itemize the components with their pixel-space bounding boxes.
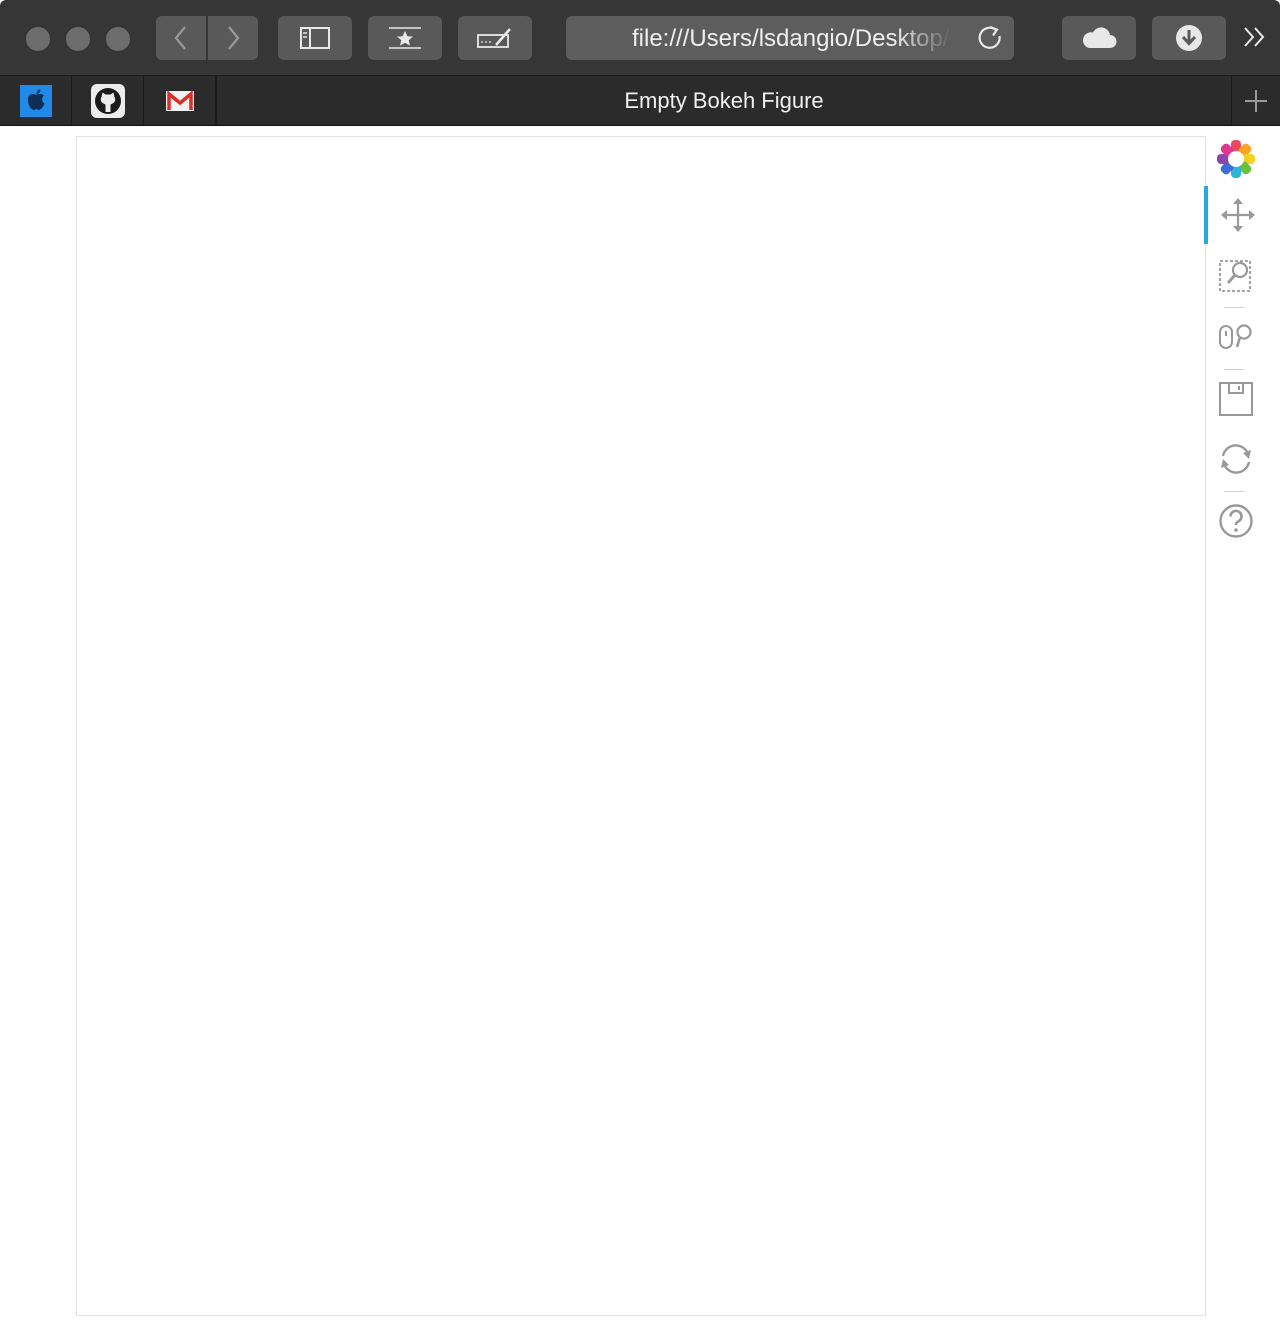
address-text[interactable]: file:///Users/lsdangio/Desktop/: [632, 16, 952, 60]
pan-icon: [1221, 198, 1255, 232]
zoom-window-button[interactable]: [106, 27, 130, 51]
pinned-tab-apple[interactable]: [0, 76, 72, 125]
wheel-zoom-tool-button[interactable]: [1204, 308, 1268, 366]
bookmarks-icon: [389, 27, 421, 49]
download-icon: [1176, 25, 1202, 51]
forward-button[interactable]: [208, 16, 258, 60]
box-zoom-icon: [1219, 260, 1251, 292]
save-icon: [1219, 382, 1253, 416]
download-button[interactable]: [1152, 16, 1226, 60]
help-tool-button[interactable]: [1204, 492, 1268, 550]
back-button[interactable]: [156, 16, 206, 60]
new-tab-button[interactable]: [1231, 76, 1280, 125]
reset-icon: [1221, 444, 1251, 474]
box-zoom-tool-button[interactable]: [1204, 246, 1268, 304]
plus-icon: [1244, 89, 1267, 112]
bokeh-logo-icon: [1217, 140, 1255, 178]
back-icon: [174, 26, 186, 50]
sidebar-button[interactable]: [278, 16, 352, 60]
github-icon: [90, 83, 125, 118]
plot-canvas[interactable]: [76, 136, 1206, 1316]
annotate-button[interactable]: [458, 16, 532, 60]
sidebar-icon: [300, 27, 330, 49]
forward-icon: [228, 26, 240, 50]
browser-toolbar: file:///Users/lsdangio/Desktop/: [0, 0, 1280, 76]
icloud-icon: [1082, 27, 1117, 48]
bookmarks-button[interactable]: [368, 16, 442, 60]
icloud-button[interactable]: [1062, 16, 1136, 60]
bokeh-logo-link[interactable]: [1204, 130, 1268, 188]
pinned-tab-gmail[interactable]: [144, 76, 216, 125]
gmail-icon: [165, 89, 194, 111]
active-tab-title[interactable]: Empty Bokeh Figure: [216, 76, 1232, 125]
address-bar[interactable]: file:///Users/lsdangio/Desktop/: [566, 16, 1014, 60]
tab-bar: Empty Bokeh Figure: [0, 76, 1280, 126]
reset-tool-button[interactable]: [1204, 430, 1268, 488]
help-icon: [1219, 504, 1253, 538]
apple-icon: [19, 84, 52, 117]
bokeh-toolbar: [1204, 130, 1268, 550]
reload-icon[interactable]: [976, 24, 1004, 52]
close-window-button[interactable]: [26, 27, 50, 51]
pinned-tab-github[interactable]: [72, 76, 144, 125]
annotate-icon: [477, 28, 511, 48]
overflow-icon[interactable]: [1240, 22, 1270, 52]
save-tool-button[interactable]: [1204, 370, 1268, 428]
minimize-window-button[interactable]: [66, 27, 90, 51]
wheel-zoom-icon: [1219, 324, 1252, 349]
pan-tool-button[interactable]: [1204, 186, 1268, 244]
